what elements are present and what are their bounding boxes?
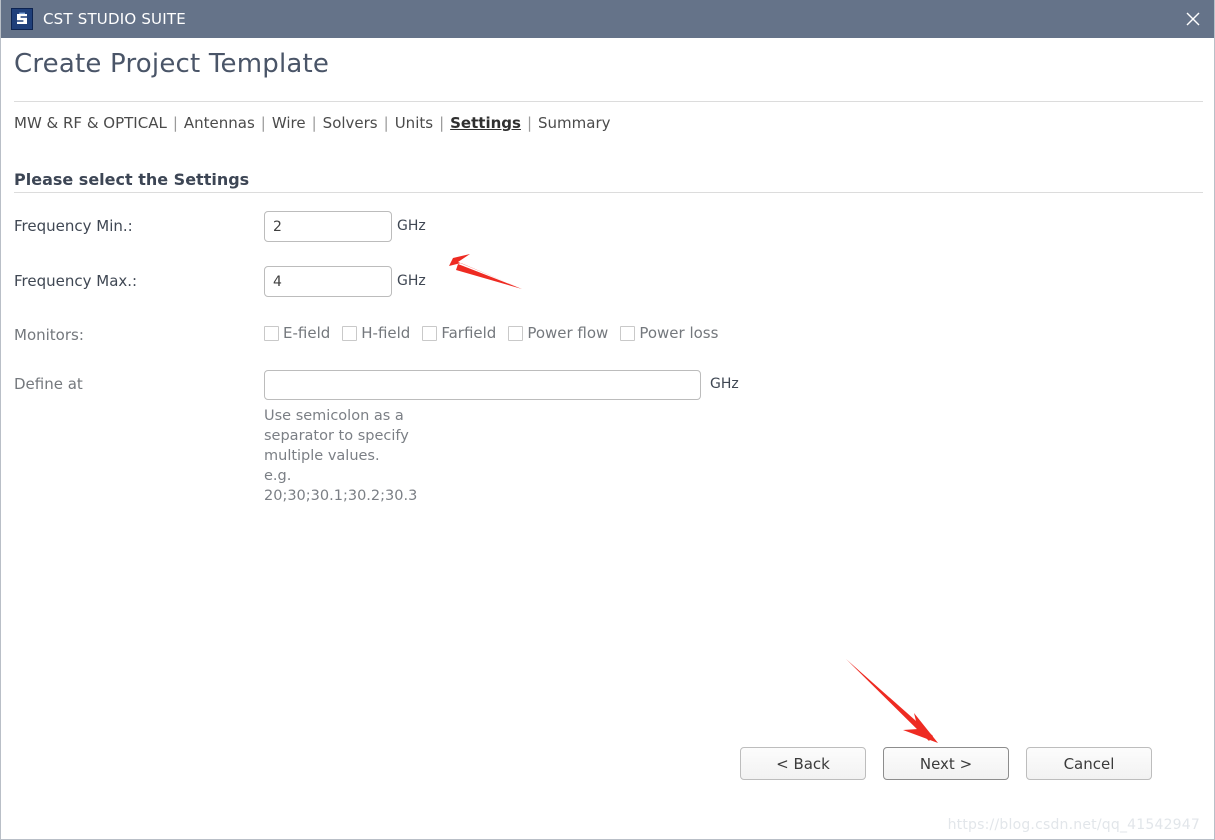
arrow-to-frequency-fields: [449, 254, 522, 289]
define-at-input[interactable]: [264, 370, 701, 400]
breadcrumb-item-settings[interactable]: Settings: [450, 114, 521, 132]
create-project-template-dialog: CST STUDIO SUITE Create Project Template…: [0, 0, 1215, 840]
breadcrumb-separator: |: [439, 114, 445, 132]
breadcrumb-item-antennas[interactable]: Antennas: [184, 114, 255, 132]
monitor-checkbox-label: Power flow: [527, 324, 609, 342]
frequency-min-input[interactable]: [264, 211, 392, 242]
frequency-min-label: Frequency Min.:: [14, 217, 133, 235]
breadcrumb-separator: |: [260, 114, 266, 132]
define-at-hint: Use semicolon as a separator to specify …: [264, 406, 417, 506]
monitor-checkbox-farfield[interactable]: Farfield: [422, 324, 496, 342]
define-at-hint-line2: e.g. 20;30;30.1;30.2;30.3: [264, 468, 418, 504]
divider-section: [14, 192, 1203, 193]
checkbox-icon[interactable]: [342, 325, 358, 341]
breadcrumb-separator: |: [526, 114, 532, 132]
monitor-checkbox-h-field[interactable]: H-field: [342, 324, 410, 342]
monitor-checkbox-power-flow[interactable]: Power flow: [508, 324, 608, 342]
define-at-label: Define at: [14, 375, 83, 393]
monitor-checkbox-label: Farfield: [441, 324, 497, 342]
monitor-checkbox-label: H-field: [361, 324, 411, 342]
cancel-button[interactable]: Cancel: [1026, 747, 1152, 780]
define-at-unit: GHz: [710, 376, 739, 392]
monitor-checkbox-label: Power loss: [639, 324, 719, 342]
next-button[interactable]: Next >: [883, 747, 1009, 780]
back-button[interactable]: < Back: [740, 747, 866, 780]
checkbox-icon[interactable]: [620, 325, 636, 341]
checkbox-icon[interactable]: [264, 325, 279, 341]
frequency-min-unit: GHz: [397, 218, 426, 234]
watermark: https://blog.csdn.net/qq_41542947: [947, 817, 1200, 833]
define-at-hint-line1: Use semicolon as a separator to specify …: [264, 408, 409, 464]
window-title: CST STUDIO SUITE: [43, 10, 186, 28]
divider-top: [14, 101, 1203, 102]
breadcrumb-item-wire[interactable]: Wire: [272, 114, 306, 132]
breadcrumb-item-units[interactable]: Units: [395, 114, 433, 132]
section-heading: Please select the Settings: [14, 170, 250, 189]
monitor-checkbox-label: E-field: [283, 324, 331, 342]
dialog-buttons: < Back Next > Cancel: [740, 747, 1152, 780]
frequency-max-label: Frequency Max.:: [14, 272, 138, 290]
title-bar: CST STUDIO SUITE: [1, 0, 1214, 38]
page-title: Create Project Template: [14, 49, 330, 79]
monitor-checkbox-e-field[interactable]: E-field: [264, 324, 330, 342]
frequency-max-unit: GHz: [397, 273, 426, 289]
frequency-max-input[interactable]: [264, 266, 392, 297]
cst-logo-icon: [11, 8, 33, 30]
breadcrumb-item-solvers[interactable]: Solvers: [323, 114, 378, 132]
breadcrumb-separator: |: [311, 114, 317, 132]
breadcrumb: MW & RF & OPTICAL | Antennas | Wire | Solvers |…: [14, 114, 611, 132]
checkbox-icon[interactable]: [508, 325, 524, 341]
monitor-checkbox-power-loss[interactable]: Power loss: [620, 324, 718, 342]
breadcrumb-separator: |: [172, 114, 178, 132]
breadcrumb-separator: |: [383, 114, 389, 132]
breadcrumb-item-mw-rf-optical[interactable]: MW & RF & OPTICAL: [14, 114, 167, 132]
arrow-to-next-button: [846, 659, 938, 743]
monitors-label: Monitors:: [14, 326, 84, 344]
close-icon[interactable]: [1170, 0, 1214, 38]
checkbox-icon[interactable]: [422, 325, 438, 341]
breadcrumb-item-summary[interactable]: Summary: [538, 114, 611, 132]
monitors-checkbox-group: E-field H-field Farfield Power flow Power lo…: [264, 324, 730, 342]
